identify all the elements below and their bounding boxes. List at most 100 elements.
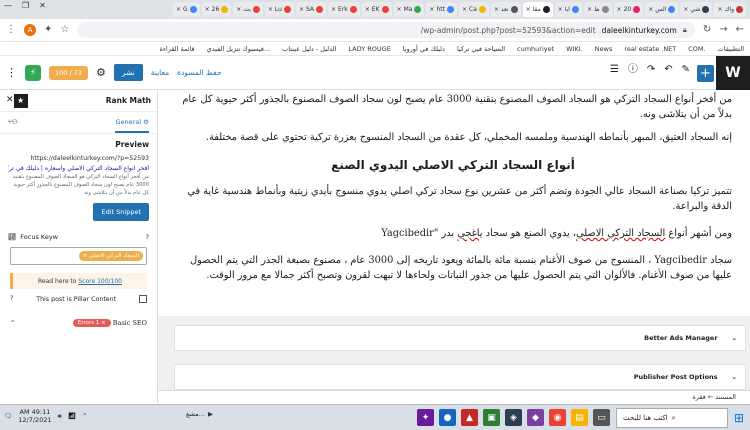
- browser-tab[interactable]: × EK: [361, 2, 392, 17]
- paragraph-1[interactable]: من أفخر أنواع السجاد التركي هو السجاد ال…: [174, 92, 732, 122]
- pencil-icon[interactable]: ✎: [682, 65, 690, 75]
- block-breadcrumb[interactable]: المستند ← فقرة: [158, 390, 750, 404]
- bookmark-item[interactable]: News: [595, 45, 613, 53]
- windows-start-icon[interactable]: ⊞: [734, 411, 744, 425]
- bookmark-item[interactable]: دليلك في أوروبا: [403, 45, 445, 53]
- notifications-icon[interactable]: 🗨︎: [4, 413, 12, 420]
- browser-tab[interactable]: × شي: [680, 2, 713, 17]
- minimize-icon[interactable]: —: [4, 2, 12, 10]
- app-icon-5[interactable]: ◈: [505, 409, 522, 426]
- restore-icon[interactable]: ❐: [22, 2, 29, 10]
- close-window-icon[interactable]: ✕: [39, 2, 46, 10]
- forward-icon[interactable]: →: [719, 25, 727, 35]
- browser-tab[interactable]: × 20: [613, 2, 644, 17]
- browser-tab[interactable]: × مقا: [522, 2, 553, 17]
- bookmark-item[interactable]: التطبيقات: [718, 45, 744, 53]
- paragraph-5[interactable]: سجاد Yagcibedir ، المنسوج من صوف الأغنام…: [174, 253, 732, 283]
- tab-close-icon[interactable]: ×: [205, 6, 210, 13]
- tab-close-icon[interactable]: ×: [236, 6, 241, 13]
- seo-tool-icon[interactable]: ⚡: [25, 64, 41, 81]
- undo-icon[interactable]: ↶: [664, 65, 672, 75]
- save-draft-button[interactable]: حفظ المسودة: [177, 68, 221, 77]
- tab-close-icon[interactable]: ×: [268, 6, 273, 13]
- help-icon[interactable]: ?: [146, 234, 149, 241]
- browser-tab[interactable]: × G: [172, 2, 200, 17]
- menu-dots-icon[interactable]: ⋮: [6, 25, 16, 35]
- app-icon-9[interactable]: ✦: [417, 409, 434, 426]
- chrome-icon[interactable]: ◉: [549, 409, 566, 426]
- volume-icon[interactable]: 🔊︎: [58, 413, 62, 420]
- more-options-icon[interactable]: ⋮: [6, 67, 17, 78]
- file-explorer-icon[interactable]: ▤: [571, 409, 588, 426]
- publisher-post-options-panel[interactable]: Publisher Post Options ⌄: [174, 364, 746, 390]
- browser-tab[interactable]: × نعد: [490, 2, 521, 17]
- browser-tab[interactable]: × الس: [645, 2, 679, 17]
- tab-close-icon[interactable]: ×: [617, 6, 622, 13]
- tab-close-icon[interactable]: ×: [429, 6, 434, 13]
- browser-tab[interactable]: × ظ: [583, 2, 612, 17]
- bookmark-star-icon[interactable]: ☆: [60, 25, 69, 35]
- paragraph-3[interactable]: تتميز تركيا بصناعة السجاد عالي الجودة وت…: [174, 184, 732, 214]
- task-view-icon[interactable]: ▭: [593, 409, 610, 426]
- browser-tab[interactable]: × 26: [201, 2, 232, 17]
- tab-close-icon[interactable]: ×: [526, 6, 531, 13]
- taskbar-search-input[interactable]: ⌕ اكتب هنا للبحث: [616, 408, 728, 428]
- browser-tab[interactable]: × واك: [714, 2, 746, 17]
- tab-close-icon[interactable]: ×: [331, 6, 336, 13]
- focus-keyword-input[interactable]: السجاد التركي الاصلي ×: [10, 247, 147, 266]
- profile-avatar[interactable]: A: [24, 24, 36, 36]
- score-link[interactable]: Score 100/100: [78, 278, 122, 285]
- better-ads-manager-panel[interactable]: Better Ads Manager ⌄: [174, 325, 746, 351]
- bookmark-item[interactable]: LADY ROUGE: [348, 45, 390, 53]
- bookmark-item[interactable]: الدليل - دليل عينتاب: [282, 45, 336, 53]
- pillar-checkbox[interactable]: [139, 295, 147, 304]
- tab-close-icon[interactable]: ×: [558, 6, 563, 13]
- media-player-task[interactable]: مشغ... ▶: [186, 410, 213, 418]
- tab-close-icon[interactable]: ×: [397, 6, 402, 13]
- browser-tab[interactable]: × htt: [426, 2, 457, 17]
- app-icon-4[interactable]: ◆: [527, 409, 544, 426]
- extensions-icon[interactable]: ✦: [44, 25, 52, 35]
- heading-types[interactable]: أنواع السجاد التركي الاصلي اليدوي الصنع: [174, 158, 732, 172]
- lock-icon[interactable]: 🔒︎: [683, 26, 687, 34]
- browser-tab[interactable]: × Ma: [393, 2, 425, 17]
- social-icon[interactable]: ⚇: [12, 119, 18, 126]
- tab-close-icon[interactable]: ×: [299, 6, 304, 13]
- reload-icon[interactable]: ↻: [703, 25, 711, 35]
- pin-star-icon[interactable]: ★: [13, 93, 28, 108]
- app-icon-7[interactable]: ▲: [461, 409, 478, 426]
- bookmark-item[interactable]: فيسبوك تنزيل الفيدي...: [207, 45, 271, 53]
- bookmark-item[interactable]: COM.: [688, 45, 705, 53]
- tab-close-icon[interactable]: ×: [717, 6, 722, 13]
- settings-gear-icon[interactable]: ⚙: [96, 67, 106, 78]
- tab-close-icon[interactable]: ×: [587, 6, 592, 13]
- browser-tab[interactable]: × Ca: [458, 2, 489, 17]
- browser-tab[interactable]: × ابا: [554, 2, 582, 17]
- browser-tab[interactable]: × Lu: [264, 2, 294, 17]
- basic-seo-section[interactable]: ⌃ Errors 1 × Basic SEO: [0, 319, 157, 328]
- tab-close-icon[interactable]: ×: [648, 6, 653, 13]
- bookmark-item[interactable]: cumhuriyet: [517, 45, 554, 53]
- info-icon[interactable]: ⓘ: [628, 65, 638, 75]
- help-icon-2[interactable]: ?: [10, 295, 13, 302]
- rankmath-score-button[interactable]: 100 / 73: [49, 65, 88, 80]
- focus-keyword-chip[interactable]: السجاد التركي الاصلي ×: [78, 251, 143, 262]
- trends-icon[interactable]: 📈︎: [8, 234, 16, 241]
- paragraph-4[interactable]: ومن أشهر أنواع السجاد التركي الاصلي، يدو…: [174, 226, 732, 241]
- tab-close-icon[interactable]: ×: [176, 6, 181, 13]
- bookmark-item[interactable]: السياحة فيي تركيا: [457, 45, 505, 53]
- app-icon-8[interactable]: ●: [439, 409, 456, 426]
- app-icon-6[interactable]: ▣: [483, 409, 500, 426]
- tab-close-icon[interactable]: ×: [683, 6, 688, 13]
- redo-icon[interactable]: ↷: [647, 65, 655, 75]
- chevron-up-tray-icon[interactable]: ⌃: [82, 413, 87, 420]
- bookmark-item[interactable]: WIKI.: [566, 45, 583, 53]
- tab-close-icon[interactable]: ×: [494, 6, 499, 13]
- tab-close-icon[interactable]: ×: [365, 6, 370, 13]
- clock[interactable]: AM 49:11 12/7/2021: [18, 408, 51, 425]
- publish-button[interactable]: نشر: [113, 64, 143, 81]
- wordpress-logo-icon[interactable]: W: [716, 56, 750, 90]
- add-block-button[interactable]: +: [697, 65, 714, 82]
- close-sidebar-icon[interactable]: ✕: [6, 96, 14, 105]
- edit-snippet-button[interactable]: Edit Snippet: [93, 203, 149, 222]
